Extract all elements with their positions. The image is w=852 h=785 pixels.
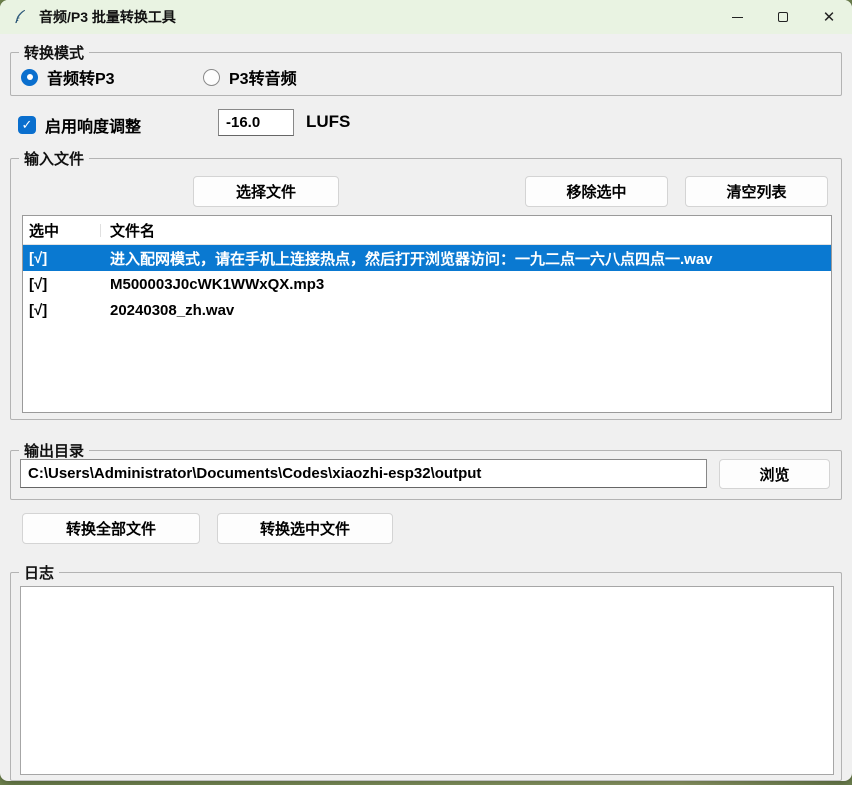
select-files-button[interactable]: 选择文件 — [193, 176, 339, 207]
remove-selected-button[interactable]: 移除选中 — [525, 176, 668, 207]
radio-unselected-icon — [203, 69, 220, 86]
table-row[interactable]: [√] 20240308_zh.wav — [23, 297, 831, 323]
output-dir-group-label: 输出目录 — [19, 440, 89, 461]
column-header-checked[interactable]: 选中 — [23, 220, 101, 241]
app-feather-icon — [13, 9, 29, 25]
convert-selected-button[interactable]: 转换选中文件 — [217, 513, 393, 544]
close-button[interactable]: ✕ — [806, 0, 852, 34]
minimize-icon — [732, 17, 743, 18]
lufs-unit-label: LUFS — [306, 112, 350, 132]
row-filename-cell: 进入配网模式，请在手机上连接热点，然后打开浏览器访问：一九二点一六八点四点一.w… — [101, 248, 831, 269]
row-filename-cell: 20240308_zh.wav — [101, 302, 831, 319]
row-checked-cell: [√] — [23, 302, 101, 319]
app-window: 音频/P3 批量转换工具 ✕ 转换模式 音频转P3 P3转音频 ✓ 启用响度调整… — [0, 0, 852, 781]
browse-button[interactable]: 浏览 — [719, 459, 830, 489]
radio-selected-icon — [21, 69, 38, 86]
radio-p3-to-audio-label: P3转音频 — [229, 65, 297, 89]
file-table: 选中 文件名 [√] 进入配网模式，请在手机上连接热点，然后打开浏览器访问：一九… — [22, 215, 832, 413]
window-title: 音频/P3 批量转换工具 — [39, 7, 176, 27]
output-path-input[interactable] — [20, 459, 707, 488]
mode-group-label: 转换模式 — [19, 42, 89, 63]
loudness-checkbox[interactable]: ✓ — [18, 116, 36, 134]
log-textarea[interactable] — [20, 586, 834, 775]
log-group-label: 日志 — [19, 562, 59, 583]
minimize-button[interactable] — [714, 0, 760, 34]
row-checked-cell: [√] — [23, 250, 101, 267]
column-header-filename[interactable]: 文件名 — [101, 220, 831, 241]
radio-p3-to-audio[interactable]: P3转音频 — [203, 65, 297, 89]
loudness-checkbox-label: 启用响度调整 — [45, 113, 141, 137]
maximize-icon — [778, 12, 788, 22]
close-icon: ✕ — [823, 10, 836, 25]
loudness-checkbox-row[interactable]: ✓ 启用响度调整 — [18, 113, 141, 137]
table-row[interactable]: [√] M500003J0cWK1WWxQX.mp3 — [23, 271, 831, 297]
lufs-input[interactable] — [218, 109, 294, 136]
input-files-group-label: 输入文件 — [19, 148, 89, 169]
radio-audio-to-p3-label: 音频转P3 — [47, 65, 115, 89]
row-filename-cell: M500003J0cWK1WWxQX.mp3 — [101, 276, 831, 293]
clear-list-button[interactable]: 清空列表 — [685, 176, 828, 207]
table-row[interactable]: [√] 进入配网模式，请在手机上连接热点，然后打开浏览器访问：一九二点一六八点四… — [23, 245, 831, 271]
maximize-button[interactable] — [760, 0, 806, 34]
window-controls: ✕ — [714, 0, 852, 34]
file-table-header: 选中 文件名 — [23, 216, 831, 245]
mode-group: 转换模式 音频转P3 P3转音频 — [10, 52, 842, 96]
row-checked-cell: [√] — [23, 276, 101, 293]
title-bar: 音频/P3 批量转换工具 ✕ — [0, 0, 852, 34]
radio-audio-to-p3[interactable]: 音频转P3 — [21, 65, 115, 89]
convert-all-button[interactable]: 转换全部文件 — [22, 513, 200, 544]
